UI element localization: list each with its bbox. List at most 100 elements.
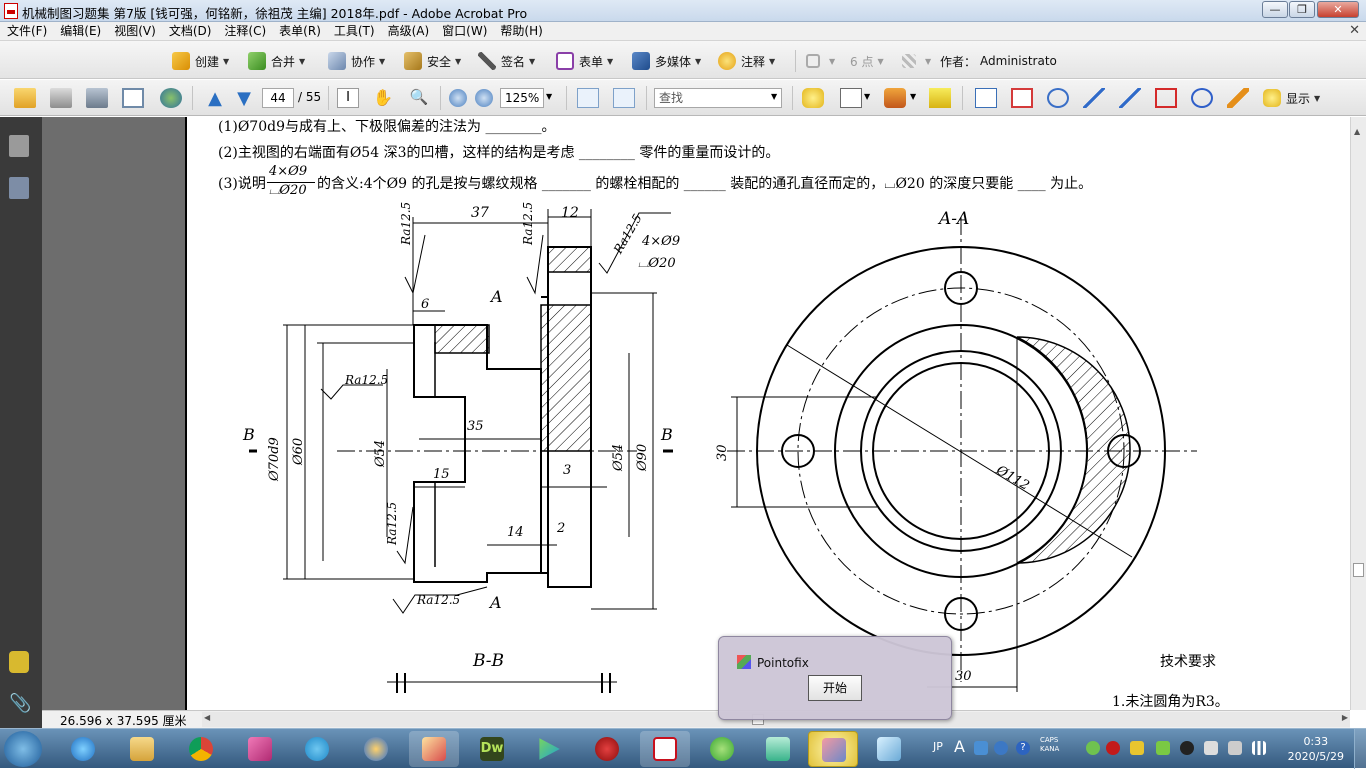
menu-comments[interactable]: 注释(C) <box>218 22 273 40</box>
vertical-scrollbar[interactable]: ▲ <box>1350 117 1366 710</box>
menu-document[interactable]: 文档(D) <box>163 22 219 40</box>
fit-page-icon[interactable] <box>613 88 635 108</box>
cloud-icon[interactable] <box>1047 88 1069 108</box>
search-dropdown-chevron-icon[interactable]: ▼ <box>771 92 777 101</box>
forms-button[interactable]: 表单 ▼ <box>556 51 613 71</box>
taskbar-paint[interactable] <box>409 731 459 767</box>
document-area[interactable]: (1)Ø70d9与成有上、下极限偏差的注法为 ________。 (2)主视图的… <box>42 117 1350 710</box>
tool-icon[interactable] <box>974 741 988 755</box>
comments-panel-icon[interactable] <box>9 651 29 673</box>
chevron-down-icon[interactable]: ▼ <box>864 92 870 101</box>
scroll-thumb[interactable] <box>1353 563 1364 577</box>
taskbar-pointofix[interactable] <box>808 731 858 767</box>
taskbar-chrome[interactable] <box>176 731 226 767</box>
document-close-button[interactable]: ✕ <box>1349 23 1360 38</box>
menu-view[interactable]: 视图(V) <box>108 22 163 40</box>
pattern-button[interactable]: ▼ <box>902 51 931 71</box>
author-field[interactable]: 作者： Administrato <box>940 51 1057 71</box>
qq-icon[interactable] <box>1180 741 1194 755</box>
taskbar-app-cube[interactable] <box>864 731 914 767</box>
rectangle-tool-icon[interactable] <box>1155 88 1177 108</box>
taskbar-notes[interactable] <box>753 731 803 767</box>
globe-icon[interactable] <box>160 88 182 108</box>
close-button[interactable]: ✕ <box>1317 1 1359 18</box>
arrow-down-icon[interactable]: ▼ <box>233 88 255 109</box>
menu-forms[interactable]: 表单(R) <box>273 22 328 40</box>
show-button[interactable]: 显示 ▼ <box>1263 88 1320 108</box>
taskbar-app-globe[interactable] <box>351 731 401 767</box>
arrow-up-icon[interactable]: ▲ <box>204 88 226 109</box>
wechat-tray-icon[interactable] <box>1086 741 1100 755</box>
paperclip-icon[interactable]: 📎 <box>9 693 31 715</box>
zoom-in-icon[interactable] <box>475 89 493 107</box>
zoom-tool-icon[interactable]: 🔍 <box>408 88 430 108</box>
show-desktop-button[interactable] <box>1354 729 1366 769</box>
multimedia-button[interactable]: 多媒体 ▼ <box>632 51 701 71</box>
scroll-right-icon[interactable]: ▶ <box>1342 713 1348 722</box>
help-icon[interactable]: ? <box>1016 741 1030 755</box>
bookmarks-panel-icon[interactable] <box>9 177 29 199</box>
fit-width-icon[interactable] <box>577 88 599 108</box>
pages-panel-icon[interactable] <box>9 135 29 157</box>
callout-icon[interactable] <box>975 88 997 108</box>
taskbar-wechat[interactable] <box>697 731 747 767</box>
taskbar-flash[interactable] <box>582 731 632 767</box>
collaborate-button[interactable]: 协作 ▼ <box>328 51 385 71</box>
menu-file[interactable]: 文件(F) <box>1 22 54 40</box>
font-size-dropdown[interactable]: 6 点 ▼ <box>850 51 884 71</box>
arrow-tool-icon[interactable] <box>1083 88 1105 108</box>
zoom-level-input[interactable]: 125% <box>500 88 544 108</box>
network-icon[interactable] <box>1228 741 1242 755</box>
taskbar-app-pink[interactable] <box>235 731 285 767</box>
print-icon[interactable] <box>50 88 72 108</box>
taskbar-dreamweaver[interactable]: Dw <box>467 731 517 767</box>
line-tool-icon[interactable] <box>1119 88 1141 108</box>
menu-edit[interactable]: 编辑(E) <box>54 22 108 40</box>
open-folder-icon[interactable] <box>14 88 36 108</box>
menu-tools[interactable]: 工具(T) <box>328 22 382 40</box>
page-number-input[interactable]: 44 <box>262 88 294 108</box>
acrobat-tray-icon[interactable] <box>1130 741 1144 755</box>
menu-help[interactable]: 帮助(H) <box>494 22 549 40</box>
battery-icon[interactable] <box>1156 741 1170 755</box>
zoom-out-icon[interactable] <box>449 89 467 107</box>
taskbar-ie[interactable] <box>58 731 108 767</box>
menu-advanced[interactable]: 高级(A) <box>382 22 437 40</box>
minimize-button[interactable]: — <box>1262 1 1288 18</box>
highlight-text-icon[interactable] <box>929 88 951 108</box>
start-button[interactable]: 开始 <box>808 675 862 701</box>
comment-button[interactable]: 注释 ▼ <box>718 51 775 71</box>
secure-button[interactable]: 安全 ▼ <box>404 51 461 71</box>
taskbar-telegram[interactable] <box>292 731 342 767</box>
hand-tool-icon[interactable]: ✋ <box>372 88 394 108</box>
sign-button[interactable]: 签名 ▼ <box>478 51 535 71</box>
scroll-left-icon[interactable]: ◀ <box>204 713 210 722</box>
flash-tray-icon[interactable] <box>1106 741 1120 755</box>
chat-icon[interactable] <box>994 741 1008 755</box>
chevron-down-icon[interactable]: ▼ <box>910 92 916 101</box>
menu-window[interactable]: 窗口(W) <box>436 22 494 40</box>
volume-icon[interactable] <box>1204 741 1218 755</box>
system-clock[interactable]: 0:33 2020/5/29 <box>1288 734 1344 764</box>
line-style-button[interactable]: ▼ <box>806 51 835 71</box>
start-orb-icon[interactable] <box>4 731 42 767</box>
textbox-icon[interactable] <box>1011 88 1033 108</box>
save-icon[interactable] <box>86 88 108 108</box>
signal-icon[interactable] <box>1252 741 1266 755</box>
text-edit-icon[interactable] <box>840 88 862 108</box>
taskbar-explorer[interactable] <box>117 731 167 767</box>
stamp-icon[interactable] <box>884 88 906 108</box>
ime-indicator[interactable]: JP <box>933 740 943 753</box>
select-tool-icon[interactable]: I <box>337 88 359 108</box>
create-button[interactable]: 创建 ▼ <box>172 51 229 71</box>
ime-a-icon[interactable]: A <box>954 737 965 756</box>
taskbar-acrobat[interactable] <box>640 731 690 767</box>
oval-tool-icon[interactable] <box>1191 88 1213 108</box>
search-input[interactable]: 查找 <box>654 88 782 108</box>
taskbar-player[interactable] <box>524 731 574 767</box>
sticky-note-icon[interactable] <box>802 88 824 108</box>
scroll-up-icon[interactable]: ▲ <box>1354 127 1360 136</box>
combine-button[interactable]: 合并 ▼ <box>248 51 305 71</box>
zoom-dropdown-chevron-icon[interactable]: ▼ <box>546 92 552 101</box>
maximize-button[interactable]: ❐ <box>1289 1 1315 18</box>
